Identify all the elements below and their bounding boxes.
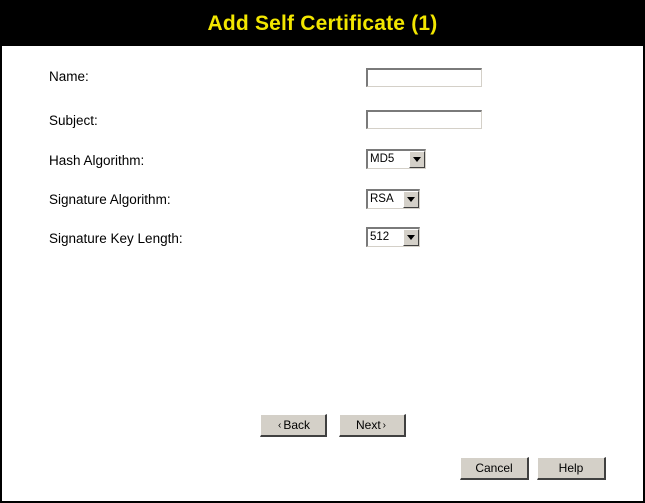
name-label: Name: [49, 69, 89, 84]
chevron-down-icon[interactable] [403, 191, 419, 208]
signature-key-length-label: Signature Key Length: [49, 231, 183, 246]
signature-algorithm-value: RSA [370, 193, 394, 205]
next-button[interactable]: Next › [339, 414, 406, 437]
hash-algorithm-select[interactable]: MD5 [366, 149, 426, 169]
name-input[interactable] [366, 68, 482, 87]
title-bar: Add Self Certificate (1) [2, 2, 643, 46]
page-title: Add Self Certificate (1) [207, 12, 438, 35]
cancel-button[interactable]: Cancel [460, 457, 529, 480]
caret-right-icon: › [382, 419, 387, 431]
hash-algorithm-value: MD5 [370, 153, 395, 165]
back-button-label: Back [283, 418, 311, 432]
back-button[interactable]: ‹ Back [260, 414, 327, 437]
signature-algorithm-label: Signature Algorithm: [49, 192, 171, 207]
subject-label: Subject: [49, 113, 98, 128]
signature-algorithm-select[interactable]: RSA [366, 189, 420, 209]
next-button-label: Next [355, 418, 381, 432]
chevron-down-icon[interactable] [409, 151, 425, 168]
signature-key-length-value: 512 [370, 231, 390, 243]
cancel-button-label: Cancel [475, 461, 513, 475]
help-button[interactable]: Help [537, 457, 606, 480]
hash-algorithm-label: Hash Algorithm: [49, 153, 145, 168]
dialog-frame: Add Self Certificate (1) Name: Subject: … [0, 0, 645, 503]
caret-left-icon: ‹ [277, 419, 282, 431]
signature-key-length-select[interactable]: 512 [366, 227, 420, 247]
help-button-label: Help [558, 461, 584, 475]
chevron-down-icon[interactable] [403, 229, 419, 246]
subject-input[interactable] [366, 110, 482, 129]
